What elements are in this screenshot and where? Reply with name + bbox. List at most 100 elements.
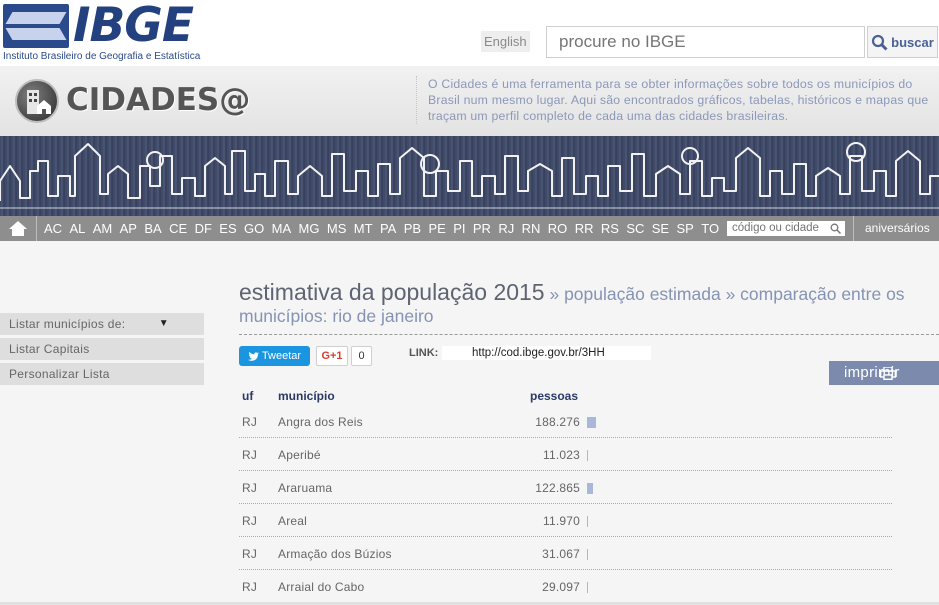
uf-link-to[interactable]: TO <box>701 216 719 241</box>
column-header-municipio: município <box>278 389 335 403</box>
table-row: RJ Armação dos Búzios 31.067 <box>239 537 892 570</box>
cell-pessoas: 31.067 <box>542 547 580 561</box>
search-button[interactable]: buscar <box>867 26 938 58</box>
page-title: estimativa da população 2015 » população… <box>239 279 929 328</box>
cell-municipio[interactable]: Arraial do Cabo <box>278 580 364 594</box>
sidebar-item-label: Listar municípios de: <box>9 317 126 331</box>
uf-link-se[interactable]: SE <box>652 216 669 241</box>
uf-link-go[interactable]: GO <box>244 216 264 241</box>
population-bar <box>587 417 596 428</box>
cidades-brand[interactable]: CIDADES@ <box>66 82 250 118</box>
uf-link-pa[interactable]: PA <box>380 216 396 241</box>
population-bar <box>587 582 588 593</box>
logo-subtitle: Instituto Brasileiro de Geografia e Esta… <box>3 51 201 62</box>
site-header: IBGE Instituto Brasileiro de Geografia e… <box>0 0 939 66</box>
uf-link-rn[interactable]: RN <box>522 216 541 241</box>
states-nav: AC AL AM AP BA CE DF ES GO MA MG MS MT PA PB PE PI PR RJ RN… <box>0 216 939 241</box>
search-button-label: buscar <box>891 34 934 50</box>
uf-link-am[interactable]: AM <box>93 216 113 241</box>
tweet-label: Tweetar <box>261 350 302 362</box>
cell-pessoas: 11.023 <box>542 448 580 462</box>
ibge-logo[interactable]: IBGE Instituto Brasileiro de Geografia e… <box>3 0 228 64</box>
home-icon <box>9 221 27 236</box>
population-bar <box>587 450 588 461</box>
cell-uf: RJ <box>242 481 258 495</box>
sidebar-item-custom-list[interactable]: Personalizar Lista <box>0 363 204 385</box>
cell-uf: RJ <box>242 547 258 561</box>
uf-link-pr[interactable]: PR <box>473 216 491 241</box>
cell-uf: RJ <box>242 580 258 594</box>
skyline-banner <box>0 136 939 216</box>
uf-link-ce[interactable]: CE <box>169 216 187 241</box>
logo-wordmark: IBGE <box>73 0 194 53</box>
cell-pessoas: 122.865 <box>535 481 580 495</box>
search-icon[interactable] <box>830 223 841 234</box>
list-municipalities-dropdown[interactable]: Listar municípios de: ▼ <box>0 313 204 335</box>
uf-link-mt[interactable]: MT <box>354 216 373 241</box>
table-row: RJ Arraial do Cabo 29.097 <box>239 570 892 603</box>
anniversaries-link[interactable]: aniversários <box>853 216 930 241</box>
cell-municipio[interactable]: Angra dos Reis <box>278 415 363 429</box>
short-link-field[interactable] <box>442 346 651 360</box>
skyline-illustration <box>0 142 939 209</box>
uf-link-pe[interactable]: PE <box>428 216 445 241</box>
cell-uf: RJ <box>242 448 258 462</box>
table-row: RJ Angra dos Reis 188.276 <box>239 405 892 438</box>
dropdown-arrow-icon: ▼ <box>158 318 169 329</box>
uf-link-rs[interactable]: RS <box>601 216 619 241</box>
uf-link-ap[interactable]: AP <box>120 216 137 241</box>
uf-link-ac[interactable]: AC <box>44 216 62 241</box>
cidades-building-icon[interactable] <box>15 79 59 123</box>
uf-link-pi[interactable]: PI <box>453 216 465 241</box>
cell-pessoas: 11.970 <box>542 514 580 528</box>
cell-uf: RJ <box>242 514 258 528</box>
uf-link-es[interactable]: ES <box>219 216 236 241</box>
table-row: RJ Araruama 122.865 <box>239 471 892 504</box>
table-row: RJ Areal 11.970 <box>239 504 892 537</box>
uf-link-rj[interactable]: RJ <box>498 216 514 241</box>
sidebar-item-label: Listar Capitais <box>9 342 90 356</box>
column-header-pessoas: pessoas <box>530 389 579 403</box>
page-title-main: estimativa da população 2015 <box>239 279 545 305</box>
uf-link-ro[interactable]: RO <box>548 216 568 241</box>
cidades-description: O Cidades é uma ferramenta para se obter… <box>416 76 932 124</box>
uf-link-sp[interactable]: SP <box>677 216 694 241</box>
uf-link-ms[interactable]: MS <box>327 216 347 241</box>
column-header-uf: uf <box>242 389 254 403</box>
gplus-button[interactable]: G+1 <box>316 346 348 366</box>
uf-link-sc[interactable]: SC <box>626 216 644 241</box>
home-button[interactable] <box>0 216 37 241</box>
sidebar-item-label: Personalizar Lista <box>9 367 110 381</box>
city-code-input[interactable] <box>727 221 845 236</box>
twitter-bird-icon <box>247 351 259 361</box>
uf-link-rr[interactable]: RR <box>575 216 594 241</box>
population-bar <box>587 549 588 560</box>
title-divider <box>239 334 939 335</box>
cell-pessoas: 29.097 <box>542 580 580 594</box>
population-bar <box>587 516 588 527</box>
cell-municipio[interactable]: Araruama <box>278 481 332 495</box>
uf-link-mg[interactable]: MG <box>299 216 320 241</box>
uf-link-ma[interactable]: MA <box>272 216 292 241</box>
population-bar <box>587 483 593 494</box>
link-label: LINK: <box>409 347 439 359</box>
uf-link-pb[interactable]: PB <box>404 216 421 241</box>
page: IBGE Instituto Brasileiro de Geografia e… <box>0 0 939 605</box>
table-row: RJ Aperibé 11.023 <box>239 438 892 471</box>
sidebar-item-capitals[interactable]: Listar Capitais <box>0 338 204 360</box>
cell-uf: RJ <box>242 415 258 429</box>
magnifier-icon <box>872 34 888 51</box>
tweet-button[interactable]: Tweetar <box>239 346 310 366</box>
cell-municipio[interactable]: Areal <box>278 514 307 528</box>
uf-link-ba[interactable]: BA <box>144 216 161 241</box>
printer-icon <box>880 367 896 380</box>
uf-link-al[interactable]: AL <box>69 216 85 241</box>
gplus-count: 0 <box>351 346 372 366</box>
uf-list: AC AL AM AP BA CE DF ES GO MA MG MS MT PA PB PE PI PR RJ RN… <box>44 216 726 241</box>
cell-pessoas: 188.276 <box>535 415 580 429</box>
english-link[interactable]: English <box>481 31 530 52</box>
uf-link-df[interactable]: DF <box>195 216 212 241</box>
cell-municipio[interactable]: Armação dos Búzios <box>278 547 392 561</box>
site-search-input[interactable] <box>546 26 865 58</box>
cell-municipio[interactable]: Aperibé <box>278 448 321 462</box>
